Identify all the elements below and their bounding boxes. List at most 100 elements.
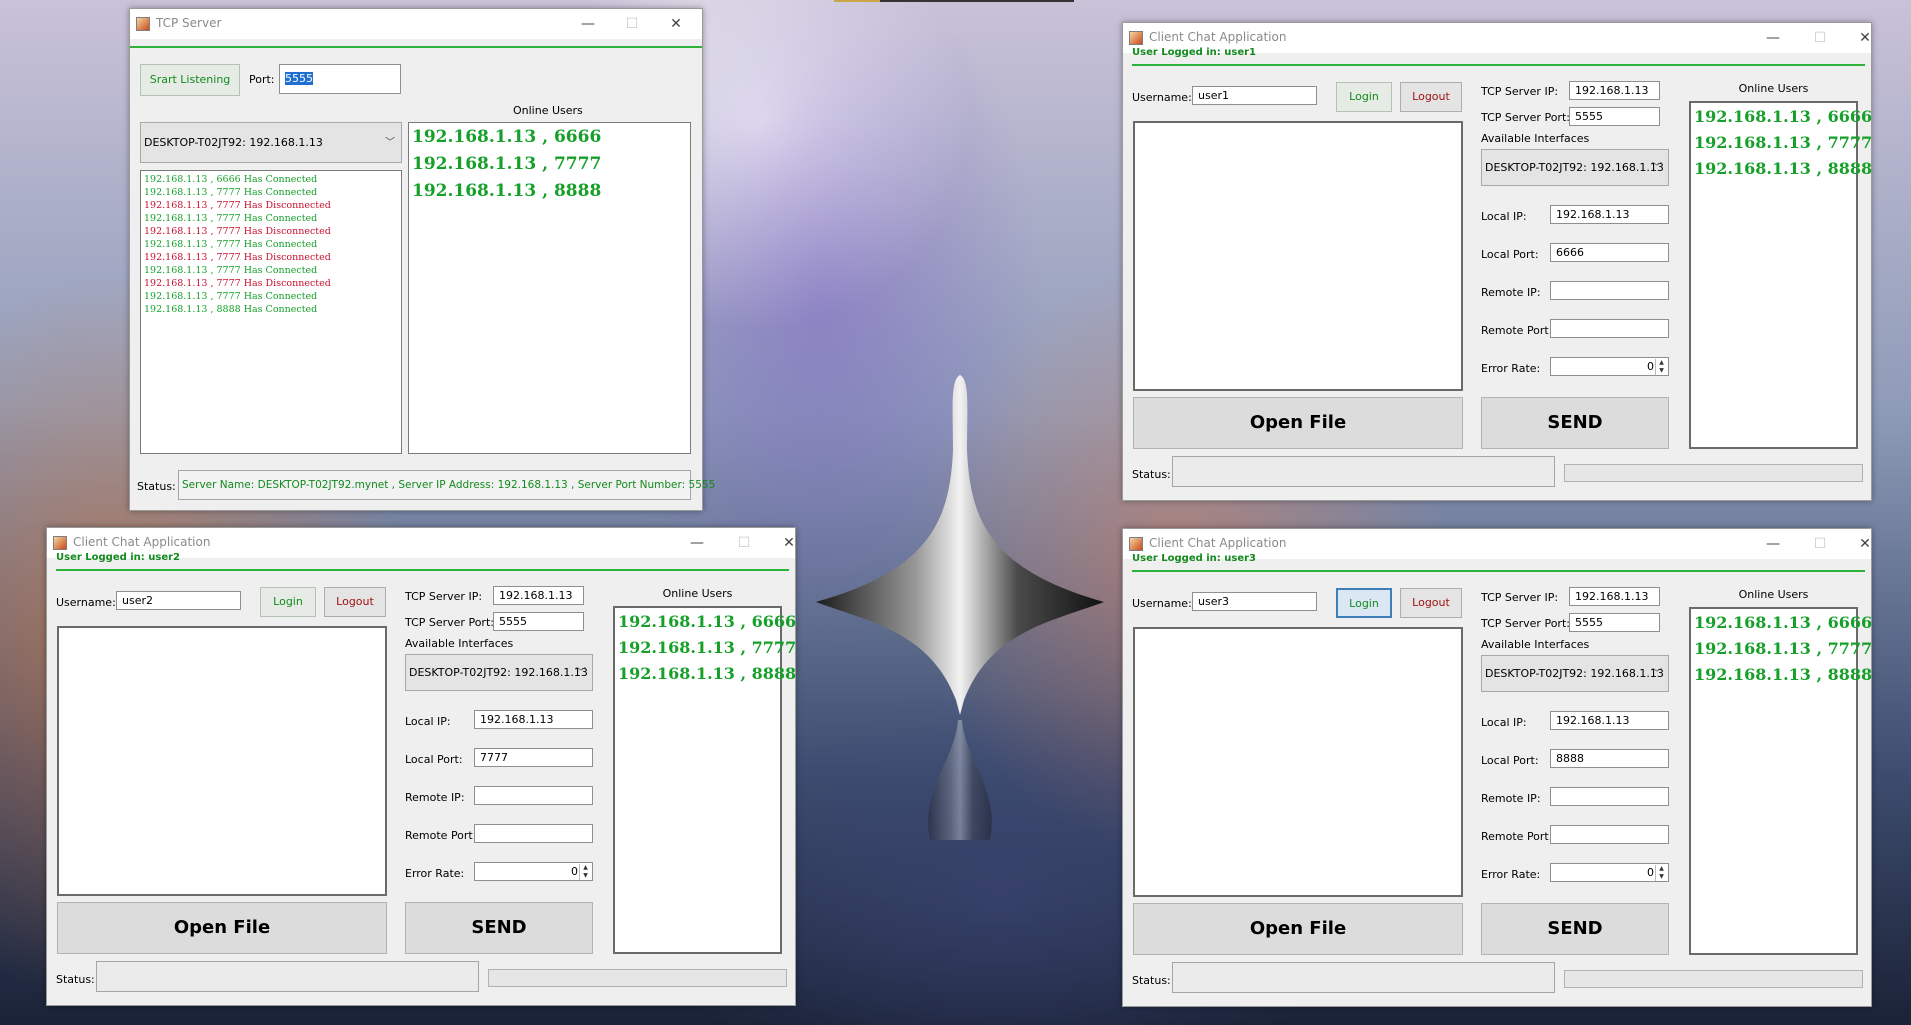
remote-port-input[interactable] [1550,319,1669,338]
chat-area[interactable] [1133,627,1463,897]
online-user-item[interactable]: 192.168.1.13 , 6666 [1691,610,1872,636]
chevron-down-icon: ﹀ [385,137,395,148]
online-users-list[interactable]: 192.168.1.13 , 6666 192.168.1.13 , 7777 19… [408,122,691,454]
logout-button[interactable]: Logout [324,587,386,617]
tcp-server-port-input[interactable]: 5555 [493,612,584,631]
tcp-server-port-input[interactable]: 5555 [1569,107,1660,126]
open-file-button[interactable]: Open File [1133,397,1463,449]
interface-select[interactable]: DESKTOP-T02JT92: 192.168.1.13 ﹀ [1481,149,1669,186]
tcp-server-ip-input[interactable]: 192.168.1.13 [1569,81,1660,100]
remote-ip-input[interactable] [474,786,593,805]
minimize-icon[interactable]: — [677,532,717,554]
online-user-item[interactable]: 192.168.1.13 , 6666 [1691,104,1872,130]
online-user-item[interactable]: 192.168.1.13 , 8888 [1691,156,1872,182]
send-button[interactable]: SEND [1481,903,1669,955]
tcp-server-port-label: TCP Server Port: [1481,111,1570,124]
send-button[interactable]: SEND [1481,397,1669,449]
chat-area[interactable] [1133,121,1463,391]
connection-log[interactable]: 192.168.1.13 , 6666 Has Connected 192.168… [140,170,402,454]
spinner-arrows-icon[interactable]: ▲ ▼ [579,864,591,880]
interface-value: DESKTOP-T02JT92: 192.168.1.13 [1485,161,1664,174]
error-rate-spinner[interactable]: 0 ▲ ▼ [1550,357,1669,376]
close-icon[interactable]: ✕ [1845,27,1885,49]
spinner-arrows-icon[interactable]: ▲ ▼ [1655,359,1667,375]
log-entry: 192.168.1.13 , 7777 Has Connected [144,265,318,276]
tcp-server-port-input[interactable]: 5555 [1569,613,1660,632]
tcp-server-port-label: TCP Server Port: [405,616,494,629]
tcp-server-ip-input[interactable]: 192.168.1.13 [493,586,584,605]
username-input[interactable]: user1 [1192,86,1317,105]
spinner-arrows-icon[interactable]: ▲ ▼ [1655,865,1667,881]
tcp-server-ip-input[interactable]: 192.168.1.13 [1569,587,1660,606]
error-rate-spinner[interactable]: 0 ▲ ▼ [1550,863,1669,882]
chat-area[interactable] [57,626,387,896]
minimize-icon[interactable]: — [1753,533,1793,555]
open-file-button[interactable]: Open File [1133,903,1463,955]
interface-select[interactable]: DESKTOP-T02JT92: 192.168.1.13 ﹀ [140,122,402,163]
chevron-down-icon: ﹀ [576,667,586,678]
close-icon[interactable]: ✕ [769,532,809,554]
online-user-item[interactable]: 192.168.1.13 , 6666 [615,609,796,635]
interface-value: DESKTOP-T02JT92: 192.168.1.13 [144,136,323,149]
online-user-item[interactable]: 192.168.1.13 , 8888 [1691,662,1872,688]
error-rate-value: 0 [1647,866,1654,879]
close-icon[interactable]: ✕ [1845,533,1885,555]
close-icon[interactable]: ✕ [656,13,696,35]
logout-button[interactable]: Logout [1400,82,1462,112]
status-label: Status: [1132,468,1171,481]
port-input[interactable]: 5555 [279,64,401,94]
login-button[interactable]: Login [260,587,316,617]
local-port-input[interactable]: 6666 [1550,243,1669,262]
remote-port-input[interactable] [474,824,593,843]
remote-ip-input[interactable] [1550,281,1669,300]
tcp-server-ip-label: TCP Server IP: [405,590,483,603]
remote-port-input[interactable] [1550,825,1669,844]
interface-value: DESKTOP-T02JT92: 192.168.1.13 [409,666,588,679]
separator [130,46,702,48]
local-ip-input[interactable]: 192.168.1.13 [1550,711,1669,730]
java-app-icon [136,17,150,31]
interface-select[interactable]: DESKTOP-T02JT92: 192.168.1.13 ﹀ [1481,655,1669,692]
minimize-icon[interactable]: — [1753,27,1793,49]
online-user-item[interactable]: 192.168.1.13 , 7777 [1691,130,1872,156]
online-user-item[interactable]: 192.168.1.13 , 6666 [409,124,690,151]
online-user-item[interactable]: 192.168.1.13 , 7777 [409,151,690,178]
open-file-button[interactable]: Open File [57,902,387,954]
interface-select[interactable]: DESKTOP-T02JT92: 192.168.1.13 ﹀ [405,654,593,691]
start-listening-button[interactable]: Srart Listening [140,64,240,96]
status-box [96,961,479,992]
status-box: Server Name: DESKTOP-T02JT92.mynet , Ser… [178,470,715,500]
remote-ip-input[interactable] [1550,787,1669,806]
local-port-input[interactable]: 7777 [474,748,593,767]
username-label: Username: [1132,597,1192,610]
login-button[interactable]: Login [1336,588,1392,618]
local-ip-input[interactable]: 192.168.1.13 [1550,205,1669,224]
minimize-icon[interactable]: — [568,13,608,35]
chevron-down-icon: ﹀ [1652,162,1662,173]
send-button[interactable]: SEND [405,902,593,954]
online-user-item[interactable]: 192.168.1.13 , 7777 [615,635,796,661]
logout-button[interactable]: Logout [1400,588,1462,618]
error-rate-spinner[interactable]: 0 ▲ ▼ [474,862,593,881]
online-users-list[interactable]: 192.168.1.13 , 6666 192.168.1.13 , 7777 19… [1689,607,1872,955]
online-users-list[interactable]: 192.168.1.13 , 6666 192.168.1.13 , 7777 19… [613,606,796,954]
client-window-user2: Client Chat Application — ☐ ✕ User Logge… [46,527,796,1006]
tcp-server-ip-label: TCP Server IP: [1481,85,1559,98]
username-input[interactable]: user3 [1192,592,1317,611]
progress-bar [488,969,787,987]
remote-port-label: Remote Port: [1481,324,1553,337]
online-users-list[interactable]: 192.168.1.13 , 6666 192.168.1.13 , 7777 19… [1689,101,1872,449]
online-user-item[interactable]: 192.168.1.13 , 7777 [1691,636,1872,662]
online-users-label: Online Users [1738,82,1809,95]
online-user-item[interactable]: 192.168.1.13 , 8888 [409,178,690,205]
username-input[interactable]: user2 [116,591,241,610]
online-user-item[interactable]: 192.168.1.13 , 8888 [615,661,796,687]
progress-bar [1564,970,1863,988]
online-users-label: Online Users [513,104,583,117]
tcp-server-window: TCP Server — ☐ ✕ Srart Listening Port: 5… [129,8,715,511]
chevron-down-icon: ﹀ [1652,668,1662,679]
local-port-input[interactable]: 8888 [1550,749,1669,768]
client-window-user1: Client Chat Application — ☐ ✕ User Logge… [1122,22,1872,501]
login-button[interactable]: Login [1336,82,1392,112]
local-ip-input[interactable]: 192.168.1.13 [474,710,593,729]
